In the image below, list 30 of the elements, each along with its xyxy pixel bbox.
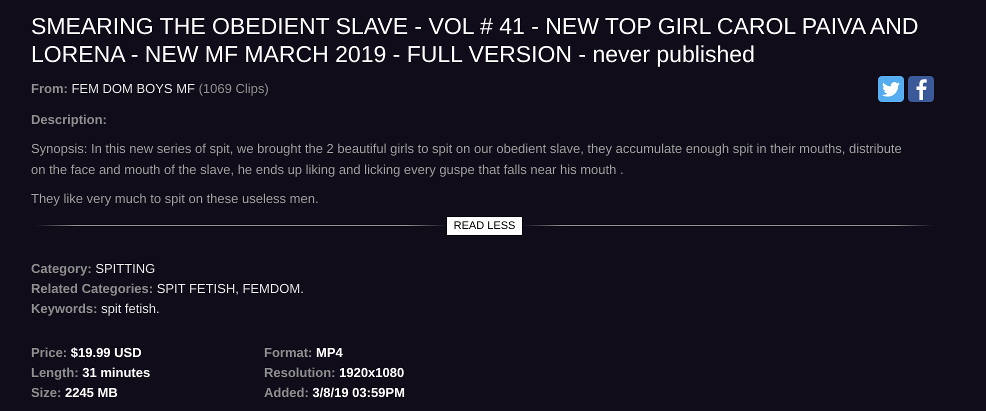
- synopsis-text: Synopsis: In this new series of spit, we brought the 2 beautiful girls to spit on our obedient slave, they accumulate enough spit in their mouths, distribute on the face and mouth of the slave, he ends up liking and licking every guspe that falls near his mouth .: [31, 140, 903, 179]
- category-label: Related Categories:: [31, 280, 154, 296]
- detail-value: 1920x1080: [339, 364, 404, 380]
- from-label: From:: [31, 81, 68, 96]
- twitter-share-button[interactable]: [878, 76, 904, 102]
- description-label: Description:: [31, 111, 108, 129]
- detail-label: Price:: [31, 344, 68, 360]
- detail-value: 31 minutes: [82, 364, 150, 380]
- detail-value: MP4: [316, 344, 343, 360]
- clip-count: (1069 Clips): [198, 81, 269, 96]
- studio-link[interactable]: FEM DOM BOYS MF: [71, 81, 195, 96]
- detail-label: Resolution:: [264, 364, 336, 380]
- bird-icon: [882, 82, 900, 96]
- synopsis-text: They like very much to spit on these useless men.: [31, 190, 320, 208]
- detail-value: $19.99 USD: [70, 344, 142, 360]
- category-value: SPIT FETISH, FEMDOM.: [156, 280, 304, 296]
- category-label: Keywords:: [31, 300, 98, 316]
- clip-title: SMEARING THE OBEDIENT SLAVE - VOL # 41 - NEW TOP GIRL CAROL PAIVA AND LORENA - NEW MF MARCH 2019 - FULL VERSION - never published: [31, 12, 920, 68]
- detail-label: Format:: [264, 344, 312, 360]
- detail-value: 3/8/19 03:59PM: [312, 384, 405, 400]
- detail-value: 2245 MB: [64, 384, 118, 400]
- category-value: spit fetish.: [101, 300, 160, 316]
- detail-label: Added:: [264, 384, 309, 400]
- read-less-button[interactable]: READ LESS: [446, 216, 522, 234]
- detail-label: Size:: [31, 384, 62, 400]
- facebook-share-button[interactable]: [908, 76, 934, 102]
- category-label: Category:: [31, 260, 92, 276]
- detail-label: Length:: [31, 364, 79, 380]
- category-value: SPITTING: [95, 260, 156, 276]
- f-logo-icon: [915, 78, 927, 100]
